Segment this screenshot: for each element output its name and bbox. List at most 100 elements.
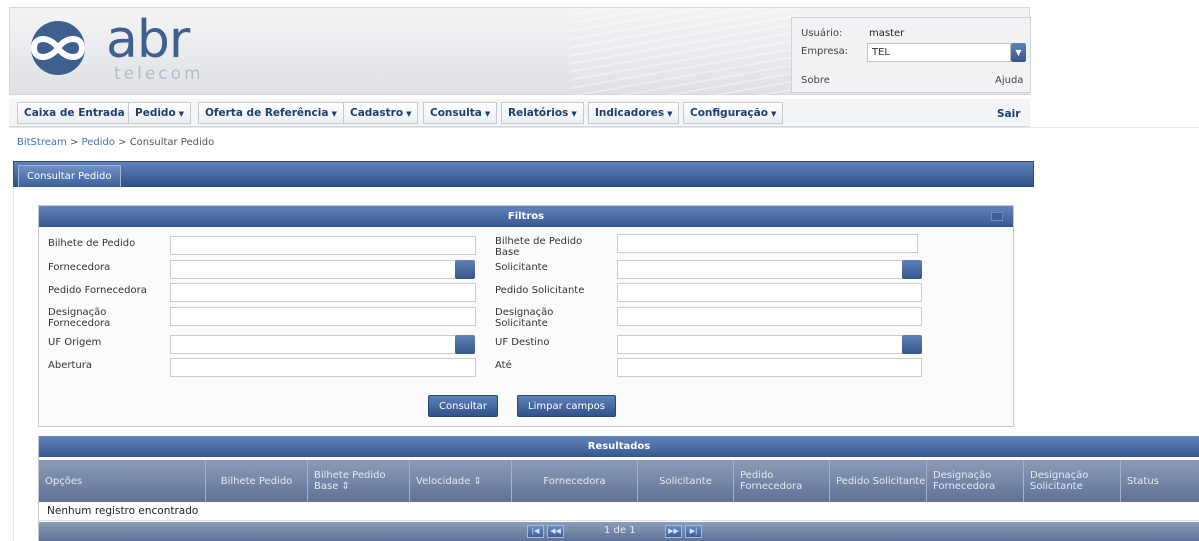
caret-down-icon: ▼ <box>571 110 577 118</box>
breadcrumb-current: Consultar Pedido <box>129 137 215 148</box>
abr-logo-icon <box>30 21 86 75</box>
user-label: Usuário: <box>801 28 843 39</box>
menu-label: Cadastro <box>350 107 404 119</box>
fornecedora-lookup-button[interactable] <box>455 260 475 279</box>
label-bilhete-pedido-base: Bilhete de Pedido Base <box>495 236 583 258</box>
label-pedido-solicitante: Pedido Solicitante <box>495 285 585 296</box>
breadcrumb: BitStream > Pedido > Consultar Pedido <box>17 137 214 148</box>
menu-relatorios[interactable]: Relatórios ▼ <box>501 102 584 124</box>
empty-results-message: Nenhum registro encontrado <box>39 502 1199 521</box>
logo-subtext: telecom <box>114 64 204 84</box>
col-opcoes[interactable]: Opções <box>39 460 206 502</box>
logout-link[interactable]: Sair <box>997 108 1020 120</box>
label-uf-destino: UF Destino <box>495 337 550 348</box>
pagination-bar: |◀ ◀◀ 1 de 1 ▶▶ ▶| <box>39 522 1199 541</box>
clear-fields-button[interactable]: Limpar campos <box>517 395 616 417</box>
pedido-solicitante-input[interactable] <box>617 283 922 302</box>
label-abertura: Abertura <box>48 360 92 371</box>
col-status[interactable]: Status <box>1121 460 1199 502</box>
col-fornecedora[interactable]: Fornecedora <box>512 460 638 502</box>
breadcrumb-pedido[interactable]: Pedido <box>82 137 115 148</box>
col-designacao-fornecedora[interactable]: Designação Fornecedora <box>927 460 1024 502</box>
bilhete-pedido-input[interactable] <box>170 236 476 255</box>
col-velocidade[interactable]: Velocidade ⇕ <box>410 460 512 502</box>
uf-destino-input[interactable] <box>617 335 903 354</box>
menu-label: Consulta <box>430 107 482 119</box>
menu-cadastro[interactable]: Cadastro ▼ <box>343 102 419 124</box>
header-decoration <box>570 8 800 96</box>
ate-input[interactable] <box>617 358 922 377</box>
breadcrumb-separator: > <box>118 137 127 148</box>
label-designacao-solicitante: Designação Solicitante <box>495 307 554 329</box>
label-bilhete-pedido: Bilhete de Pedido <box>48 238 136 249</box>
first-page-icon[interactable]: |◀ <box>527 525 544 538</box>
tab-bar: Consultar Pedido <box>13 161 1034 187</box>
label-fornecedora: Fornecedora <box>48 262 111 273</box>
breadcrumb-bitstream[interactable]: BitStream <box>17 137 67 148</box>
fornecedora-input[interactable] <box>170 260 456 279</box>
results-table-header: Opções Bilhete Pedido Bilhete Pedido Bas… <box>39 460 1199 502</box>
help-link[interactable]: Ajuda <box>995 75 1023 86</box>
label-uf-origem: UF Origem <box>48 337 102 348</box>
pedido-fornecedora-input[interactable] <box>170 283 476 302</box>
chevron-down-icon[interactable]: ▼ <box>1011 43 1026 62</box>
uf-origem-lookup-button[interactable] <box>455 335 475 354</box>
designacao-fornecedora-input[interactable] <box>170 307 476 326</box>
menu-caixa-de-entrada[interactable]: Caixa de Entrada <box>17 102 132 124</box>
last-page-icon[interactable]: ▶| <box>685 525 702 538</box>
menu-label: Pedido <box>135 107 176 119</box>
label-solicitante: Solicitante <box>495 262 548 273</box>
caret-down-icon: ▼ <box>770 110 777 118</box>
tab-consultar-pedido[interactable]: Consultar Pedido <box>18 165 121 187</box>
search-button[interactable]: Consultar <box>428 395 498 417</box>
col-solicitante[interactable]: Solicitante <box>638 460 734 502</box>
col-pedido-fornecedora[interactable]: Pedido Fornecedora <box>734 460 830 502</box>
col-pedido-solicitante[interactable]: Pedido Solicitante <box>830 460 927 502</box>
col-designacao-solicitante[interactable]: Designação Solicitante <box>1024 460 1121 502</box>
results-header: Resultados <box>39 436 1199 457</box>
app-header: abr telecom Usuário: master Empresa: TEL… <box>9 7 1031 96</box>
caret-down-icon: ▼ <box>406 110 412 118</box>
label-designacao-fornecedora: Designação Fornecedora <box>48 307 111 329</box>
menu-label: Relatórios <box>508 107 569 119</box>
filters-header: Filtros <box>39 206 1013 227</box>
company-select[interactable]: TEL <box>867 43 1011 62</box>
menu-indicadores[interactable]: Indicadores ▼ <box>588 102 680 124</box>
breadcrumb-separator: > <box>69 137 79 148</box>
prev-page-icon[interactable]: ◀◀ <box>547 525 564 538</box>
about-link[interactable]: Sobre <box>801 75 830 86</box>
menu-label: Configuração <box>690 107 768 119</box>
results-panel: Resultados Opções Bilhete Pedido Bilhete… <box>38 436 1199 541</box>
caret-down-icon: ▼ <box>667 110 673 118</box>
user-info-box: Usuário: master Empresa: TEL ▼ Sobre Aju… <box>791 17 1031 93</box>
page-indicator: 1 de 1 <box>604 525 636 536</box>
menu-oferta-de-referencia[interactable]: Oferta de Referência ▼ <box>198 102 344 124</box>
col-bilhete-pedido[interactable]: Bilhete Pedido <box>206 460 308 502</box>
caret-down-icon: ▼ <box>484 110 491 118</box>
solicitante-input[interactable] <box>617 260 903 279</box>
header-divider <box>9 127 1199 128</box>
uf-origem-input[interactable] <box>170 335 456 354</box>
caret-down-icon: ▼ <box>178 110 185 118</box>
filters-title: Filtros <box>507 211 545 222</box>
user-value: master <box>869 28 905 39</box>
menu-label: Oferta de Referência <box>205 107 329 119</box>
company-label: Empresa: <box>801 46 849 57</box>
label-pedido-fornecedora: Pedido Fornecedora <box>48 285 147 296</box>
abertura-input[interactable] <box>170 358 476 377</box>
menu-consulta[interactable]: Consulta ▼ <box>423 102 498 124</box>
designacao-solicitante-input[interactable] <box>617 307 922 326</box>
bilhete-pedido-base-input[interactable] <box>617 234 918 253</box>
logo-text: abr <box>106 10 190 70</box>
next-page-icon[interactable]: ▶▶ <box>665 525 682 538</box>
menu-label: Caixa de Entrada <box>24 107 125 119</box>
label-ate: Até <box>495 360 512 371</box>
caret-down-icon: ▼ <box>331 110 337 118</box>
menu-configuracao[interactable]: Configuração ▼ <box>683 102 784 124</box>
collapse-icon[interactable] <box>991 212 1003 221</box>
uf-destino-lookup-button[interactable] <box>902 335 922 354</box>
col-bilhete-pedido-base[interactable]: Bilhete Pedido Base ⇕ <box>308 460 410 502</box>
filters-panel: Filtros Bilhete de Pedido Fornecedora Pe… <box>38 205 1014 427</box>
solicitante-lookup-button[interactable] <box>902 260 922 279</box>
menu-pedido[interactable]: Pedido ▼ <box>128 102 192 124</box>
